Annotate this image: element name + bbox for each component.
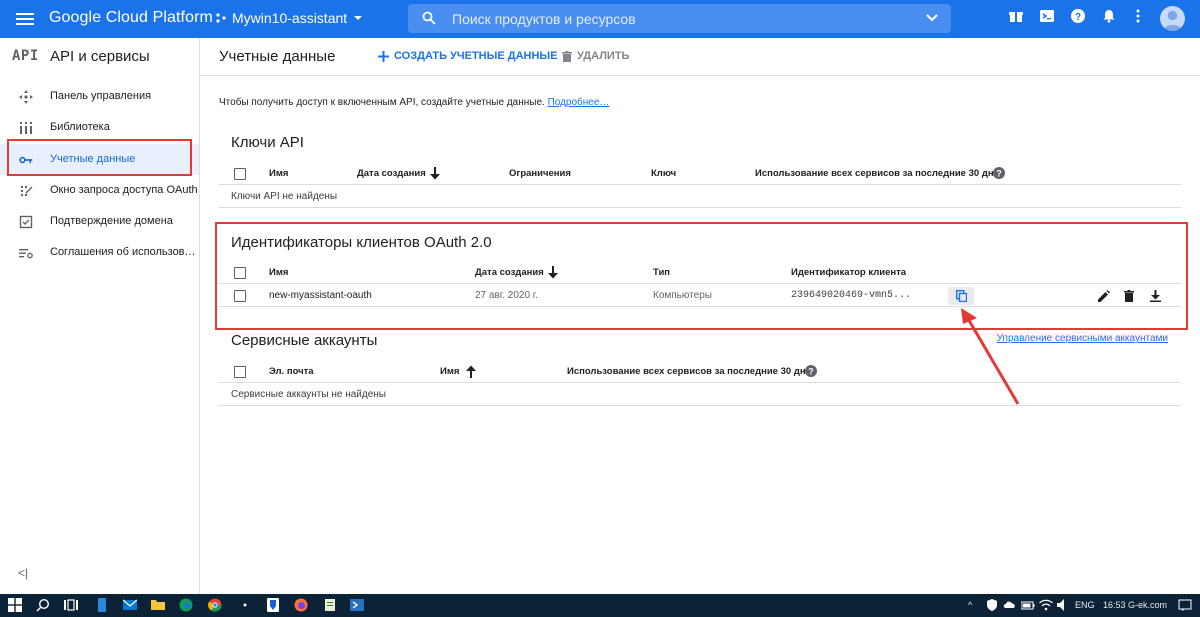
project-dots-icon [216, 13, 226, 23]
system-clock[interactable]: 16:53 G-ek.com [1103, 600, 1167, 610]
main-content: Чтобы получить доступ к включенным API, … [200, 77, 1200, 594]
api-keys-table-header: Имя Дата создания Ограничения Ключ Испол… [218, 163, 1181, 185]
sidebar-item-label: Панель управления [50, 90, 152, 102]
sidebar: API API и сервисы Панель управления Библ… [0, 38, 200, 594]
sidebar-item-label: Подтверждение домена [50, 215, 173, 227]
annotation-highlight-box [7, 139, 192, 176]
app-dot-icon[interactable] [238, 598, 252, 612]
windows-taskbar: ^ ENG 16:53 G-ek.com [0, 594, 1200, 617]
select-all-checkbox[interactable] [234, 168, 246, 180]
firefox-browser-icon[interactable] [294, 598, 308, 612]
sidebar-item-label: Библиотека [50, 121, 110, 133]
annotation-highlight-box [215, 222, 1188, 330]
column-header-restrictions[interactable]: Ограничения [509, 168, 571, 179]
chevron-down-icon [354, 16, 363, 20]
page-header: Учетные данные СОЗДАТЬ УЧЕТНЫЕ ДАННЫЕ УД… [200, 38, 1200, 76]
select-all-checkbox[interactable] [234, 366, 246, 378]
more-vert-icon[interactable] [1131, 9, 1145, 23]
gift-icon[interactable] [1009, 9, 1023, 23]
sidebar-item-label: Соглашения об использов… [50, 246, 196, 258]
trash-icon [562, 50, 572, 62]
file-explorer-icon[interactable] [151, 598, 165, 612]
column-header-name[interactable]: Имя [269, 168, 288, 179]
column-header-name[interactable]: Имя [440, 366, 459, 377]
sidebar-title: API и сервисы [50, 48, 150, 65]
svg-text:?: ? [1075, 12, 1081, 23]
create-credentials-button[interactable]: СОЗДАТЬ УЧЕТНЫЕ ДАННЫЕ [378, 50, 558, 62]
input-language[interactable]: ENG [1075, 600, 1095, 610]
mail-icon[interactable] [123, 598, 137, 612]
intro-text: Чтобы получить доступ к включенным API, … [219, 97, 609, 108]
cloud-sync-icon[interactable] [1003, 598, 1017, 612]
checkbox-icon [19, 215, 33, 229]
battery-icon[interactable] [1021, 598, 1035, 612]
search-icon[interactable] [36, 598, 50, 612]
arrow-up-icon[interactable] [466, 365, 476, 378]
service-accounts-empty-message: Сервисные аккаунты не найдены [218, 384, 1181, 406]
help-circle-icon[interactable]: ? [993, 167, 1005, 179]
volume-icon[interactable] [1057, 598, 1067, 612]
search-icon [422, 11, 436, 25]
edge-browser-icon[interactable] [179, 598, 193, 612]
column-header-email[interactable]: Эл. почта [269, 366, 314, 377]
account-avatar[interactable] [1160, 6, 1185, 31]
phone-app-icon[interactable] [95, 598, 109, 612]
library-icon [20, 122, 32, 134]
consent-icon [20, 185, 33, 197]
wifi-icon[interactable] [1039, 598, 1053, 612]
column-header-usage[interactable]: Использование всех сервисов за последние… [755, 168, 1005, 179]
windows-start-icon[interactable] [8, 598, 22, 612]
help-icon[interactable]: ? [1071, 9, 1085, 23]
project-name: Mywin10-assistant [232, 10, 348, 26]
collapse-sidebar-button[interactable]: <| [18, 566, 28, 580]
sidebar-item-oauth-consent[interactable]: Окно запроса доступа OAuth [0, 175, 199, 206]
service-accounts-table-header: Эл. почта Имя Использование всех сервисо… [218, 361, 1181, 383]
powershell-icon[interactable] [350, 598, 364, 612]
plus-icon [378, 50, 389, 62]
chrome-browser-icon[interactable] [208, 598, 222, 612]
sidebar-header: API API и сервисы [0, 38, 200, 76]
delete-button[interactable]: УДАЛИТЬ [562, 50, 629, 62]
arrow-down-icon[interactable] [430, 167, 440, 180]
delete-label: УДАЛИТЬ [577, 50, 630, 62]
hamburger-menu-icon[interactable] [16, 10, 34, 28]
notepad-icon[interactable] [323, 598, 337, 612]
learn-more-link[interactable]: Подробнее… [548, 97, 610, 108]
api-keys-title: Ключи API [231, 134, 304, 151]
show-hidden-icons-icon[interactable]: ^ [968, 600, 972, 610]
settings-list-icon [19, 249, 33, 259]
api-keys-empty-message: Ключи API не найдены [218, 186, 1181, 208]
sidebar-item-label: Окно запроса доступа OAuth [50, 184, 198, 196]
create-credentials-label: СОЗДАТЬ УЧЕТНЫЕ ДАННЫЕ [394, 50, 558, 62]
help-circle-icon[interactable]: ? [805, 365, 817, 377]
svg-text:?: ? [808, 367, 814, 377]
search-input[interactable]: Поиск продуктов и ресурсов [408, 4, 951, 33]
column-header-key[interactable]: Ключ [651, 168, 676, 179]
column-header-created[interactable]: Дата создания [357, 168, 426, 179]
search-expand-chevron-icon[interactable] [925, 11, 939, 25]
page-title: Учетные данные [219, 48, 336, 65]
sidebar-item-domain-verification[interactable]: Подтверждение домена [0, 206, 199, 237]
product-name[interactable]: Google Cloud Platform [49, 9, 213, 27]
task-view-icon[interactable] [64, 598, 78, 612]
bitwarden-icon[interactable] [266, 598, 280, 612]
shield-icon[interactable] [985, 598, 999, 612]
notifications-center-icon[interactable] [1178, 598, 1192, 612]
sidebar-item-page-usage-agreements[interactable]: Соглашения об использов… [0, 237, 199, 268]
cloud-shell-icon[interactable] [1040, 9, 1054, 23]
sidebar-item-dashboard[interactable]: Панель управления [0, 81, 199, 112]
notifications-bell-icon[interactable] [1102, 9, 1116, 23]
intro-message: Чтобы получить доступ к включенным API, … [219, 97, 545, 108]
column-header-usage[interactable]: Использование всех сервисов за последние… [567, 366, 817, 377]
dashboard-icon [19, 90, 33, 104]
svg-text:?: ? [996, 169, 1002, 179]
service-accounts-title: Сервисные аккаунты [231, 332, 378, 349]
api-logo: API [12, 48, 39, 64]
top-app-bar: Google Cloud Platform Mywin10-assistant … [0, 0, 1200, 38]
search-placeholder: Поиск продуктов и ресурсов [452, 11, 636, 27]
user-silhouette-icon [1163, 10, 1182, 31]
annotation-arrow [961, 308, 1020, 405]
project-selector[interactable]: Mywin10-assistant [216, 10, 363, 26]
